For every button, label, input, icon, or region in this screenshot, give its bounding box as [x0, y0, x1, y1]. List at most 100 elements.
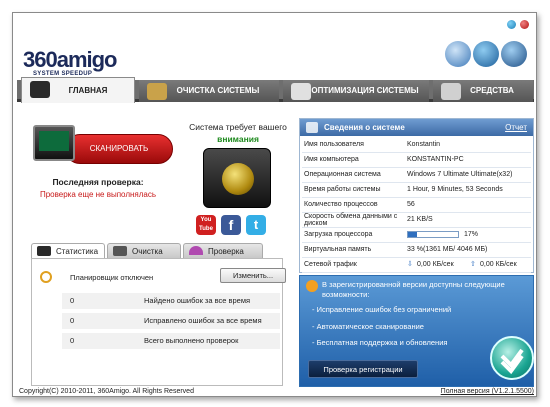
traffic-up-value: 0,00 КБ/сек [480, 261, 517, 268]
subtab-check-label: Проверка [208, 247, 244, 256]
feature-item: - Автоматическое сканирование [312, 322, 424, 331]
scheduler-label: Планировщик отключен [70, 273, 154, 282]
app-window: 360amigo SYSTEM SPEEDUP ГЛАВНАЯ ОЧИСТКА … [12, 12, 537, 397]
system-info-key: Количество процессов [304, 201, 378, 208]
check-registration-button[interactable]: Проверка регистрации [308, 360, 418, 378]
stats-label: Всего выполнено проверок [144, 336, 239, 345]
umbrella-icon [189, 246, 203, 255]
stats-count: 0 [70, 296, 75, 305]
close-button[interactable] [520, 20, 529, 29]
minimize-button[interactable] [507, 20, 516, 29]
statistics-icon [37, 246, 51, 256]
system-info-title: Сведения о системе [324, 123, 405, 132]
checkmark-badge-icon [490, 336, 534, 380]
last-check-value: Проверка еще не выполнялась [39, 190, 157, 199]
subtab-check[interactable]: Проверка [183, 243, 263, 258]
report-link[interactable]: Отчет [505, 119, 527, 136]
sub-tabs: Статистика Очистка Проверка [31, 243, 281, 258]
download-arrow-icon: ⇩ [407, 261, 413, 268]
stats-label: Исправлено ошибок за все время [144, 316, 262, 325]
tab-cleanup-label: ОЧИСТКА СИСТЕМЫ [176, 86, 260, 95]
copyright-text: Copyright(C) 2010-2011, 360Amigo. All Ri… [19, 388, 194, 395]
tab-optimization-label: ОПТИМИЗАЦИЯ СИСТЕМЫ [311, 86, 419, 95]
cleanup-icon [113, 246, 127, 256]
stats-row: 0 Всего выполнено проверок [62, 333, 280, 349]
cpu-load-fill [408, 232, 417, 237]
system-info-key: Виртуальная память [304, 246, 372, 253]
system-info-panel: Сведения о системе Отчет Имя пользовател… [299, 118, 534, 273]
tab-optimization[interactable]: ОПТИМИЗАЦИЯ СИСТЕМЫ [283, 80, 429, 102]
system-info-value: Konstantin [407, 141, 441, 148]
statistics-panel: Планировщик отключен Изменить... 0 Найден… [31, 258, 286, 386]
clock-icon [40, 271, 52, 283]
system-info-key: Скорость обмена данными с диском [304, 213, 398, 227]
system-info-row: Время работы системы 1 Hour, 9 Minutes, 5… [302, 183, 531, 198]
tab-home-label: ГЛАВНАЯ [68, 86, 108, 95]
refresh-icon[interactable] [445, 41, 471, 67]
subtab-statistics[interactable]: Статистика [31, 243, 105, 258]
stats-count: 0 [70, 316, 75, 325]
feature-item: - Бесплатная поддержка и обновления [312, 338, 448, 347]
system-info-value: Windows 7 Ultimate Ultimate(x32) [407, 171, 513, 178]
system-info-key: Имя компьютера [304, 156, 359, 163]
system-info-row: Виртуальная память 33 %(1361 МБ/ 4046 МБ) [302, 243, 531, 258]
status-attention: внимания [217, 134, 259, 144]
system-info-value: 17% [464, 231, 479, 238]
tab-home[interactable]: ГЛАВНАЯ [21, 77, 135, 103]
registration-panel: В зарегистрированной версии доступны сле… [299, 275, 534, 387]
twitter-icon[interactable]: t [246, 215, 266, 235]
system-info-icon [306, 122, 318, 133]
logo-text: 360amigo [23, 47, 117, 72]
system-info-key: Операционная система [304, 171, 381, 178]
scan-button[interactable]: СКАНИРОВАТЬ [65, 134, 173, 164]
stats-row: 0 Исправлено ошибок за все время [62, 313, 280, 329]
system-info-value: 56 [407, 201, 415, 208]
system-info-row: Скорость обмена данными с диском 21 KB/S [302, 213, 531, 228]
tab-tools[interactable]: СРЕДСТВА [433, 80, 533, 102]
system-info-header: Сведения о системе Отчет [300, 119, 533, 136]
tab-tools-label: СРЕДСТВА [470, 86, 514, 95]
status-light-icon [203, 148, 271, 208]
settings-gear-icon[interactable] [501, 41, 527, 67]
subtab-statistics-label: Статистика [56, 247, 99, 256]
system-info-row: Количество процессов 56 [302, 198, 531, 213]
facebook-icon[interactable]: f [221, 215, 241, 235]
tab-system-cleanup[interactable]: ОЧИСТКА СИСТЕМЫ [139, 80, 279, 102]
feature-item: - Исправление ошибок без ограничений [312, 305, 452, 314]
youtube-icon[interactable]: You Tube [196, 215, 216, 235]
gauge-icon [291, 83, 311, 100]
system-info-key: Имя пользователя [304, 141, 364, 148]
youtube-label: You Tube [199, 217, 213, 232]
system-info-key: Сетевой трафик [304, 261, 357, 268]
info-icon [306, 280, 318, 292]
support-icon[interactable] [473, 41, 499, 67]
stats-label: Найдено ошибок за все время [144, 296, 251, 305]
home-monitor-icon [30, 81, 50, 98]
system-info-value: 1 Hour, 9 Minutes, 53 Seconds [407, 186, 503, 193]
upload-arrow-icon: ⇧ [470, 261, 476, 268]
scan-monitor-icon [33, 125, 75, 161]
system-info-row: Сетевой трафик ⇩ 0,00 КБ/сек ⇧ 0,00 КБ/сек [302, 258, 531, 273]
footer: Copyright(C) 2010-2011, 360Amigo. All Ri… [13, 386, 538, 398]
broom-icon [147, 83, 167, 100]
system-info-value: 33 %(1361 МБ/ 4046 МБ) [407, 246, 488, 253]
tools-icon [441, 83, 461, 100]
system-info-key: Время работы системы [304, 186, 381, 193]
system-info-value: KONSTANTIN-PC [407, 156, 464, 163]
system-info-row: Операционная система Windows 7 Ultimate U… [302, 168, 531, 183]
subtab-cleanup-label: Очистка [132, 247, 163, 256]
registration-header: В зарегистрированной версии доступны сле… [322, 280, 505, 299]
change-button[interactable]: Изменить... [220, 268, 286, 283]
traffic-down-value: 0,00 КБ/сек [417, 261, 454, 268]
system-info-key: Загрузка процессора [304, 231, 373, 238]
subtab-cleanup[interactable]: Очистка [107, 243, 181, 258]
last-check-label: Последняя проверка: [52, 177, 144, 187]
system-info-row: Имя компьютера KONSTANTIN-PC [302, 153, 531, 168]
main-tabs: ГЛАВНАЯ ОЧИСТКА СИСТЕМЫ ОПТИМИЗАЦИЯ СИСТ… [17, 77, 534, 103]
stats-count: 0 [70, 336, 75, 345]
facebook-label: f [228, 217, 234, 233]
system-info-row: Имя пользователя Konstantin [302, 138, 531, 153]
system-info-value: 21 KB/S [407, 216, 433, 223]
version-link[interactable]: Полная версия (V1.2.1.5500) [441, 388, 534, 395]
stats-row: 0 Найдено ошибок за все время [62, 293, 280, 309]
